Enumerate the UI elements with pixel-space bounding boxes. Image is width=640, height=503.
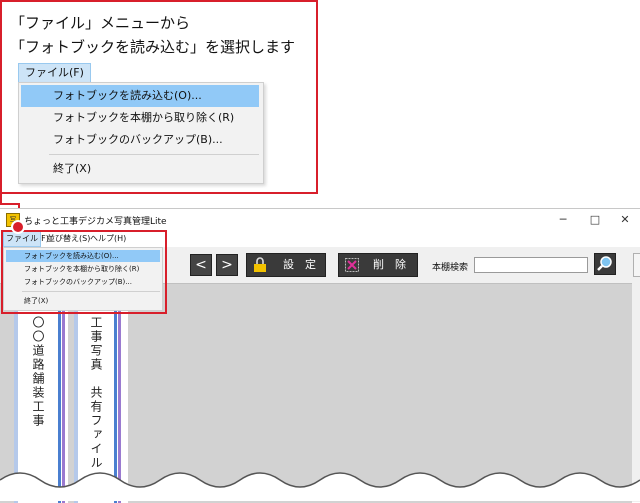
prev-button[interactable]: <: [190, 254, 212, 276]
file-dropdown-menu: フォトブックを読み込む(O)... フォトブックを本棚から取り除く(R) フォト…: [3, 247, 163, 311]
callout-menu-item-remove[interactable]: フォトブックを本棚から取り除く(R): [21, 107, 259, 129]
instruction-callout: 「ファイル」メニューから 「フォトブックを読み込む」を選択します ファイル(F)…: [0, 0, 318, 194]
shelf-search-label: 本棚検索: [432, 263, 469, 273]
callout-menu-item-backup[interactable]: フォトブックのバックアップ(B)...: [21, 129, 259, 151]
callout-file-menu: フォトブックを読み込む(O)... フォトブックを本棚から取り除く(R) フォト…: [18, 82, 264, 184]
delete-label: 削 除: [373, 258, 406, 271]
settings-label: 設 定: [283, 258, 316, 271]
callout-anchor-dot: [11, 220, 25, 234]
menu-separator: [22, 291, 160, 292]
menu-sort[interactable]: 並び替え(S): [47, 233, 90, 244]
next-button[interactable]: >: [216, 254, 238, 276]
window-title: ちょっと工事デジカメ写真管理Lite: [24, 217, 167, 227]
menu-help[interactable]: ヘルプ(H): [90, 233, 126, 244]
menu-separator: [49, 154, 259, 155]
minimize-button[interactable]: ─: [548, 211, 578, 229]
menu-item-remove-photobook[interactable]: フォトブックを本棚から取り除く(R): [6, 263, 160, 275]
callout-menu-item-exit[interactable]: 終了(X): [21, 158, 259, 180]
settings-button[interactable]: 設 定: [246, 253, 326, 277]
maximize-button[interactable]: □: [580, 211, 610, 229]
instruction-line-1: 「ファイル」メニューから: [10, 14, 191, 32]
menu-item-import-photobook[interactable]: フォトブックを読み込む(O)...: [6, 250, 160, 262]
shelf-search-input[interactable]: [474, 257, 588, 273]
callout-menu-item-import[interactable]: フォトブックを読み込む(O)...: [21, 85, 259, 107]
magnifier-icon: [597, 256, 612, 271]
search-button[interactable]: [594, 253, 616, 275]
delete-x-icon: [345, 258, 359, 272]
instruction-line-2: 「フォトブックを読み込む」を選択します: [10, 38, 296, 56]
book-title: 〇〇道路舗装工事: [31, 316, 45, 428]
menu-bar: ファイル(F) 並び替え(S) ヘルプ(H): [0, 231, 640, 247]
torn-edge: [0, 472, 640, 501]
close-button[interactable]: ✕: [610, 211, 640, 229]
menu-item-exit[interactable]: 終了(X): [6, 295, 160, 307]
callout-connector: [0, 203, 20, 205]
toolbar-edge-button[interactable]: [633, 253, 640, 277]
title-bar: 写 ちょっと工事デジカメ写真管理Lite ─ □ ✕: [0, 209, 640, 231]
delete-button[interactable]: 削 除: [338, 253, 418, 277]
book-title: 工事写真 共有ファイル: [89, 316, 103, 470]
lock-icon: [254, 257, 266, 272]
callout-file-menu-label[interactable]: ファイル(F): [18, 63, 91, 83]
file-menu-open[interactable]: ファイル(F): [3, 231, 41, 257]
menu-item-backup-photobook[interactable]: フォトブックのバックアップ(B)...: [6, 276, 160, 288]
